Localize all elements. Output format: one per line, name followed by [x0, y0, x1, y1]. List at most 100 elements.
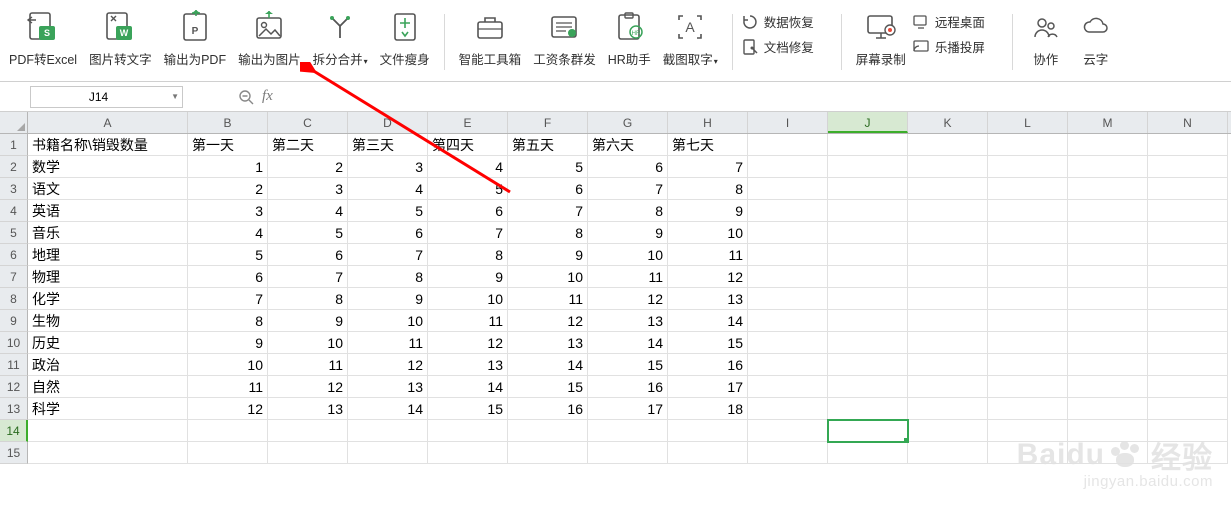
cell-C6[interactable]: 6 [268, 244, 348, 266]
row-header-11[interactable]: 11 [0, 354, 28, 376]
cell-F2[interactable]: 5 [508, 156, 588, 178]
cell-B7[interactable]: 6 [188, 266, 268, 288]
cell-F1[interactable]: 第五天 [508, 134, 588, 156]
cell-C12[interactable]: 12 [268, 376, 348, 398]
cell-H5[interactable]: 10 [668, 222, 748, 244]
cell-L2[interactable] [988, 156, 1068, 178]
cell-K1[interactable] [908, 134, 988, 156]
tool-collab[interactable]: 协作 [1021, 8, 1071, 68]
cell-N3[interactable] [1148, 178, 1228, 200]
cell-B14[interactable] [188, 420, 268, 442]
cell-H8[interactable]: 13 [668, 288, 748, 310]
cell-A14[interactable] [28, 420, 188, 442]
cell-D5[interactable]: 6 [348, 222, 428, 244]
cell-F3[interactable]: 6 [508, 178, 588, 200]
cell-A11[interactable]: 政治 [28, 354, 188, 376]
cell-G14[interactable] [588, 420, 668, 442]
cell-B9[interactable]: 8 [188, 310, 268, 332]
cell-A8[interactable]: 化学 [28, 288, 188, 310]
cell-K9[interactable] [908, 310, 988, 332]
cell-B2[interactable]: 1 [188, 156, 268, 178]
cell-B6[interactable]: 5 [188, 244, 268, 266]
cell-H7[interactable]: 12 [668, 266, 748, 288]
cell-J2[interactable] [828, 156, 908, 178]
cell-L7[interactable] [988, 266, 1068, 288]
cell-N6[interactable] [1148, 244, 1228, 266]
cell-I5[interactable] [748, 222, 828, 244]
cell-D15[interactable] [348, 442, 428, 464]
cell-G2[interactable]: 6 [588, 156, 668, 178]
cell-A5[interactable]: 音乐 [28, 222, 188, 244]
cell-F8[interactable]: 11 [508, 288, 588, 310]
cell-N10[interactable] [1148, 332, 1228, 354]
cell-F4[interactable]: 7 [508, 200, 588, 222]
cell-D7[interactable]: 8 [348, 266, 428, 288]
col-header-B[interactable]: B [188, 112, 268, 133]
cell-D8[interactable]: 9 [348, 288, 428, 310]
cell-I6[interactable] [748, 244, 828, 266]
cell-D1[interactable]: 第三天 [348, 134, 428, 156]
cell-N14[interactable] [1148, 420, 1228, 442]
col-header-J[interactable]: J [828, 112, 908, 133]
cell-A10[interactable]: 历史 [28, 332, 188, 354]
cell-K10[interactable] [908, 332, 988, 354]
cell-F11[interactable]: 14 [508, 354, 588, 376]
cell-B5[interactable]: 4 [188, 222, 268, 244]
cell-E15[interactable] [428, 442, 508, 464]
cell-E6[interactable]: 8 [428, 244, 508, 266]
cell-I11[interactable] [748, 354, 828, 376]
cell-F10[interactable]: 13 [508, 332, 588, 354]
cell-C11[interactable]: 11 [268, 354, 348, 376]
row-header-14[interactable]: 14 [0, 420, 28, 442]
cell-F6[interactable]: 9 [508, 244, 588, 266]
fx-label[interactable]: fx [262, 88, 273, 105]
cell-K4[interactable] [908, 200, 988, 222]
cell-I12[interactable] [748, 376, 828, 398]
cell-D6[interactable]: 7 [348, 244, 428, 266]
cell-C9[interactable]: 9 [268, 310, 348, 332]
zoom-out-icon[interactable] [238, 89, 254, 105]
tool-screenshot-ocr[interactable]: A 截图取字▾ [657, 8, 724, 68]
cell-L10[interactable] [988, 332, 1068, 354]
cell-L15[interactable] [988, 442, 1068, 464]
cell-M7[interactable] [1068, 266, 1148, 288]
chevron-down-icon[interactable]: ▼ [171, 92, 179, 101]
cell-A6[interactable]: 地理 [28, 244, 188, 266]
cell-F13[interactable]: 16 [508, 398, 588, 420]
cell-D14[interactable] [348, 420, 428, 442]
cell-C2[interactable]: 2 [268, 156, 348, 178]
cell-J6[interactable] [828, 244, 908, 266]
cell-M3[interactable] [1068, 178, 1148, 200]
name-box[interactable]: ▼ [30, 86, 183, 108]
row-header-1[interactable]: 1 [0, 134, 28, 156]
cell-M1[interactable] [1068, 134, 1148, 156]
tool-hr-assistant[interactable]: HR HR助手 [602, 8, 657, 68]
cell-D3[interactable]: 4 [348, 178, 428, 200]
cell-C4[interactable]: 4 [268, 200, 348, 222]
cell-E10[interactable]: 12 [428, 332, 508, 354]
cell-J4[interactable] [828, 200, 908, 222]
cell-B15[interactable] [188, 442, 268, 464]
cell-D2[interactable]: 3 [348, 156, 428, 178]
cell-L8[interactable] [988, 288, 1068, 310]
cell-L5[interactable] [988, 222, 1068, 244]
cell-N2[interactable] [1148, 156, 1228, 178]
cell-E7[interactable]: 9 [428, 266, 508, 288]
cell-A1[interactable]: 书籍名称\销毁数量 [28, 134, 188, 156]
cell-E1[interactable]: 第四天 [428, 134, 508, 156]
cell-H10[interactable]: 15 [668, 332, 748, 354]
cell-N8[interactable] [1148, 288, 1228, 310]
tool-payroll-send[interactable]: 工资条群发 [527, 8, 602, 68]
col-header-A[interactable]: A [28, 112, 188, 133]
cell-H11[interactable]: 16 [668, 354, 748, 376]
cell-D13[interactable]: 14 [348, 398, 428, 420]
cell-B12[interactable]: 11 [188, 376, 268, 398]
cell-K13[interactable] [908, 398, 988, 420]
cell-E3[interactable]: 5 [428, 178, 508, 200]
tool-screen-record[interactable]: 屏幕录制 [850, 8, 912, 68]
cell-I10[interactable] [748, 332, 828, 354]
cell-G9[interactable]: 13 [588, 310, 668, 332]
tool-img-to-text[interactable]: W 图片转文字 [83, 8, 158, 68]
cell-N5[interactable] [1148, 222, 1228, 244]
cell-D9[interactable]: 10 [348, 310, 428, 332]
